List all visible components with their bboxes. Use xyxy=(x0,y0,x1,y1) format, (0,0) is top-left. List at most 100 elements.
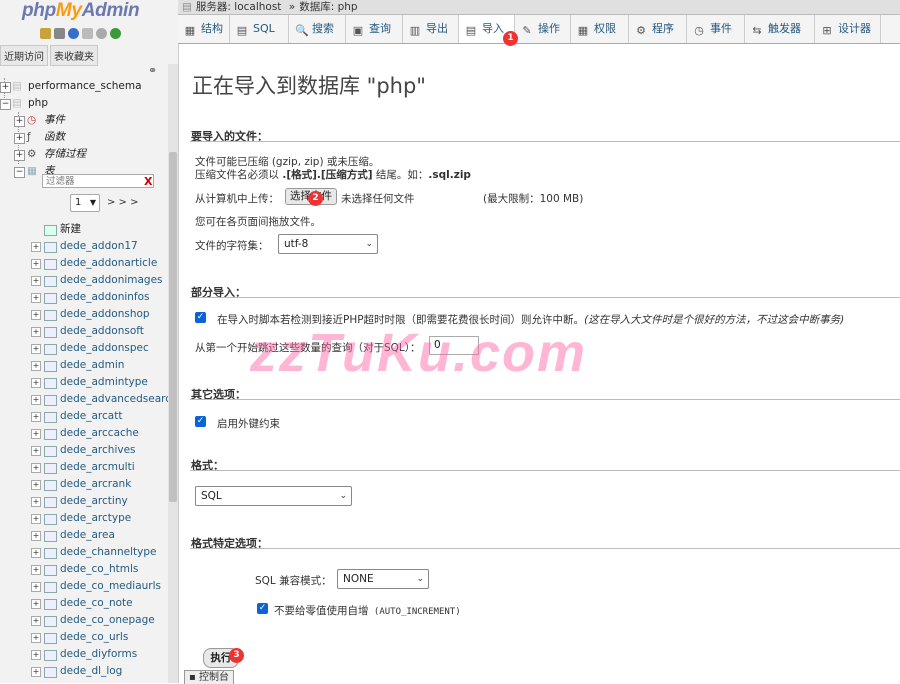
tab-structure[interactable]: ▦ 结构 xyxy=(178,15,230,43)
table-item[interactable]: + dede_addonarticle xyxy=(0,255,168,272)
breadcrumb-server[interactable]: 服务器: localhost xyxy=(196,1,282,13)
charset-select[interactable]: utf-8 ⌄ xyxy=(278,234,378,254)
expand-icon[interactable]: + xyxy=(31,565,41,575)
expand-icon[interactable]: + xyxy=(31,616,41,626)
table-item[interactable]: + dede_diyforms xyxy=(0,646,168,663)
expand-icon[interactable]: + xyxy=(14,116,25,127)
table-item[interactable]: + dede_dl_log xyxy=(0,663,168,680)
expand-icon[interactable]: + xyxy=(14,133,25,144)
table-item[interactable]: + dede_admin xyxy=(0,357,168,374)
tree-functions[interactable]: + ƒ 函数 xyxy=(0,129,168,146)
table-item[interactable]: + dede_arcrank xyxy=(0,476,168,493)
expand-icon[interactable]: + xyxy=(31,633,41,643)
tab-query[interactable]: ▣ 查询 xyxy=(346,15,403,43)
allow-interrupt-checkbox[interactable]: ✓ xyxy=(195,312,206,323)
expand-icon[interactable]: + xyxy=(31,480,41,490)
table-item[interactable]: + dede_addonspec xyxy=(0,340,168,357)
page-select[interactable]: 1 ▼ xyxy=(70,194,100,212)
table-item[interactable]: + dede_co_onepage xyxy=(0,612,168,629)
skip-queries-input[interactable]: 0 xyxy=(429,336,479,355)
next-pages-link[interactable]: > > > xyxy=(107,197,139,208)
table-item[interactable]: + dede_arctiny xyxy=(0,493,168,510)
expand-icon[interactable]: + xyxy=(31,412,41,422)
tab-export[interactable]: ▥ 导出 xyxy=(403,15,459,43)
expand-icon[interactable]: + xyxy=(31,531,41,541)
favorites-tab[interactable]: 表收藏夹 xyxy=(50,45,98,66)
tree-db-php[interactable]: − ▤ php xyxy=(0,95,168,112)
expand-icon[interactable]: + xyxy=(31,548,41,558)
expand-icon[interactable]: + xyxy=(31,395,41,405)
tab-operations[interactable]: ✎ 操作 xyxy=(515,15,571,43)
reload-icon[interactable] xyxy=(110,28,121,39)
table-item[interactable]: + dede_arcmulti xyxy=(0,459,168,476)
phpmyadmin-logo[interactable]: phpMyAdmin xyxy=(22,0,140,22)
table-item[interactable]: + dede_arccache xyxy=(0,425,168,442)
expand-icon[interactable]: + xyxy=(0,82,11,93)
expand-icon[interactable]: + xyxy=(31,242,41,252)
expand-icon[interactable]: + xyxy=(31,378,41,388)
sidebar-scrollbar[interactable] xyxy=(168,64,178,683)
no-auto-value-checkbox[interactable]: ✓ xyxy=(257,603,268,614)
expand-icon[interactable]: + xyxy=(31,599,41,609)
table-item[interactable]: + dede_arcatt xyxy=(0,408,168,425)
expand-icon[interactable]: + xyxy=(31,361,41,371)
tab-events[interactable]: ◷ 事件 xyxy=(687,15,745,43)
expand-icon[interactable]: + xyxy=(31,327,41,337)
new-table-link[interactable]: 新建 xyxy=(0,221,168,238)
table-item[interactable]: + dede_addon17 xyxy=(0,238,168,255)
tree-events[interactable]: + ◷ 事件 xyxy=(0,112,168,129)
table-item[interactable]: + dede_area xyxy=(0,527,168,544)
expand-icon[interactable]: + xyxy=(31,497,41,507)
scrollbar-thumb[interactable] xyxy=(169,152,177,502)
tab-search[interactable]: 🔍 搜索 xyxy=(289,15,346,43)
console-tab[interactable]: ▪ 控制台 xyxy=(184,670,234,684)
breadcrumb-database[interactable]: 数据库: php xyxy=(299,1,357,13)
expand-icon[interactable]: + xyxy=(31,310,41,320)
table-item[interactable]: + dede_arctype xyxy=(0,510,168,527)
tree-db-performance-schema[interactable]: + ▤ performance_schema xyxy=(0,78,168,95)
help-icon[interactable] xyxy=(68,28,79,39)
tab-routines[interactable]: ⚙ 程序 xyxy=(629,15,687,43)
expand-icon[interactable]: + xyxy=(31,259,41,269)
table-item[interactable]: + dede_co_note xyxy=(0,595,168,612)
expand-icon[interactable]: + xyxy=(31,429,41,439)
tab-designer[interactable]: ⊞ 设计器 xyxy=(815,15,881,43)
expand-icon[interactable]: + xyxy=(31,463,41,473)
expand-icon[interactable]: + xyxy=(14,150,25,161)
logout-icon[interactable] xyxy=(54,28,65,39)
table-item[interactable]: + dede_co_urls xyxy=(0,629,168,646)
expand-icon[interactable]: + xyxy=(31,344,41,354)
expand-icon[interactable]: + xyxy=(31,276,41,286)
collapse-icon[interactable]: − xyxy=(14,167,25,178)
compat-mode-select[interactable]: NONE ⌄ xyxy=(337,569,429,589)
table-item[interactable]: + dede_admintype xyxy=(0,374,168,391)
settings-icon[interactable] xyxy=(96,28,107,39)
expand-icon[interactable]: + xyxy=(31,667,41,677)
foreign-key-checkbox[interactable]: ✓ xyxy=(195,416,206,427)
expand-icon[interactable]: + xyxy=(31,293,41,303)
table-item[interactable]: + dede_co_htmls xyxy=(0,561,168,578)
expand-icon[interactable]: + xyxy=(31,582,41,592)
clear-filter-button[interactable]: X xyxy=(144,175,152,188)
table-item[interactable]: + dede_advancedsearch xyxy=(0,391,178,408)
link-icon[interactable]: ⚭ xyxy=(148,64,157,77)
collapse-icon[interactable]: − xyxy=(0,99,11,110)
docs-icon[interactable] xyxy=(82,28,93,39)
tab-triggers[interactable]: ⇆ 触发器 xyxy=(745,15,815,43)
table-item[interactable]: + dede_addoninfos xyxy=(0,289,168,306)
table-filter-input[interactable]: 过滤器 xyxy=(42,174,154,188)
tree-procedures[interactable]: + ⚙ 存储过程 xyxy=(0,146,168,163)
table-item[interactable]: + dede_archives xyxy=(0,442,168,459)
tab-privileges[interactable]: ▦ 权限 xyxy=(571,15,629,43)
format-select[interactable]: SQL ⌄ xyxy=(195,486,352,506)
table-item[interactable]: + dede_addonimages xyxy=(0,272,168,289)
table-item[interactable]: + dede_co_mediaurls xyxy=(0,578,168,595)
recent-tab[interactable]: 近期访问 xyxy=(0,45,48,66)
home-icon[interactable] xyxy=(40,28,51,39)
table-item[interactable]: + dede_channeltype xyxy=(0,544,168,561)
table-item[interactable]: + dede_addonsoft xyxy=(0,323,168,340)
expand-icon[interactable]: + xyxy=(31,514,41,524)
expand-icon[interactable]: + xyxy=(31,650,41,660)
table-item[interactable]: + dede_addonshop xyxy=(0,306,168,323)
tab-sql[interactable]: ▤ SQL xyxy=(230,15,289,43)
